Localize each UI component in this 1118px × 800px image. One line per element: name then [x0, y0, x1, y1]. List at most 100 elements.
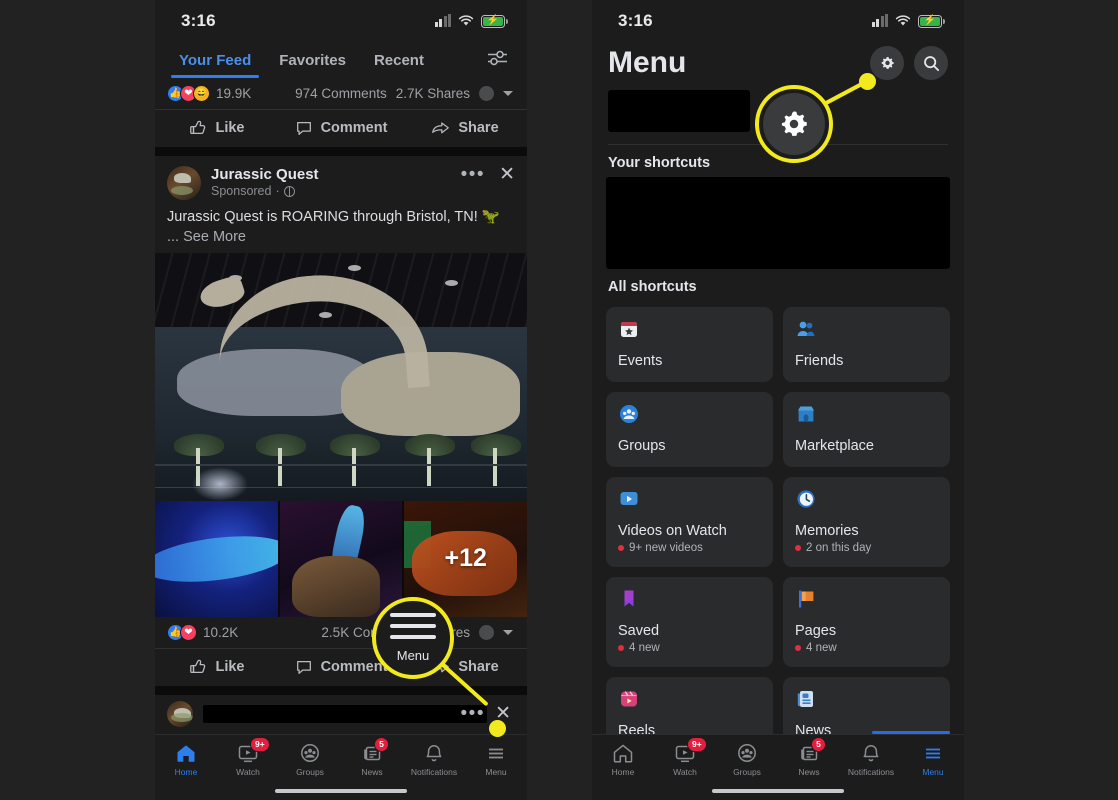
like-button-label: Like [215, 658, 245, 675]
tab-favorites[interactable]: Favorites [265, 42, 360, 78]
nav-home[interactable]: Home [155, 735, 217, 785]
thumbs-up-icon [190, 659, 206, 673]
sponsored-post-reaction-row: 👍 ❤ 10.2K 2.5K Comments Shares [155, 617, 527, 648]
nav-groups[interactable]: Groups [279, 735, 341, 785]
shortcut-label: Marketplace [795, 438, 874, 454]
settings-button[interactable] [870, 46, 904, 80]
shortcut-saved[interactable]: Saved 4 new [606, 577, 773, 667]
status-icons: ⚡ [871, 14, 945, 28]
like-button-label: Like [215, 120, 245, 136]
photo-thumbnail[interactable] [155, 500, 278, 617]
like-button[interactable]: Like [155, 658, 279, 676]
close-icon[interactable]: ✕ [495, 704, 511, 723]
close-icon[interactable]: ✕ [499, 165, 515, 184]
hamburger-menu-icon [390, 613, 436, 639]
new-indicator-dot [618, 645, 624, 651]
see-more-link[interactable]: ... See More [155, 228, 527, 253]
nav-groups-label: Groups [733, 767, 761, 777]
share-button-label: Share [458, 658, 499, 675]
nav-menu[interactable]: Menu [902, 735, 964, 785]
status-time: 3:16 [181, 11, 216, 30]
nav-notifications[interactable]: Notifications [840, 735, 902, 785]
callout-magnifier-label: Menu [396, 648, 430, 663]
globe-icon [283, 185, 295, 197]
calendar-star-icon [621, 322, 637, 337]
all-shortcuts-heading: All shortcuts [608, 279, 697, 295]
shortcut-friends[interactable]: Friends [783, 307, 950, 382]
nav-home[interactable]: Home [592, 735, 654, 785]
chevron-down-icon[interactable] [503, 91, 513, 96]
chevron-down-icon[interactable] [503, 629, 513, 635]
shortcut-label: Events [618, 353, 663, 369]
photo-thumbnail[interactable] [279, 500, 403, 617]
callout-target-dot-right [859, 73, 876, 90]
nav-news[interactable]: 5 News [341, 735, 403, 785]
tab-your-feed[interactable]: Your Feed [165, 42, 265, 78]
nav-notifications-label: Notifications [410, 767, 458, 777]
top-post-comments[interactable]: 974 Comments [295, 86, 387, 101]
more-options-icon[interactable]: ••• [461, 704, 485, 723]
post-hero-photo[interactable] [155, 252, 527, 501]
nav-menu[interactable]: Menu [465, 735, 527, 785]
wifi-icon [895, 15, 911, 27]
avatar[interactable] [167, 166, 201, 200]
callout-magnifier-menu: Menu [372, 597, 454, 679]
new-indicator-dot [795, 645, 801, 651]
storefront-icon [798, 406, 814, 422]
comment-bubble-icon [296, 660, 311, 674]
nav-watch[interactable]: 9+ Watch [654, 735, 716, 785]
bell-icon [863, 745, 879, 762]
page-title: Menu [608, 46, 687, 79]
avatar[interactable] [167, 700, 193, 727]
home-indicator [275, 789, 407, 793]
share-button[interactable]: Share [403, 119, 527, 137]
nav-watch[interactable]: 9+ Watch [217, 735, 279, 785]
more-options-icon[interactable]: ••• [461, 165, 485, 184]
sponsored-post-header-actions: ••• ✕ [461, 165, 515, 184]
shortcut-events[interactable]: Events [606, 307, 773, 382]
shortcut-sublabel-row: 4 new [795, 642, 938, 654]
nav-news[interactable]: 5 News [778, 735, 840, 785]
nav-groups-label: Groups [296, 767, 324, 777]
battery-charging-icon: ⚡ [918, 14, 945, 28]
signal-bars-icon [871, 14, 888, 27]
post-separator [155, 147, 527, 156]
nav-menu-label: Menu [922, 767, 944, 777]
like-button[interactable]: Like [155, 119, 279, 137]
shortcut-pages[interactable]: Pages 4 new [783, 577, 950, 667]
status-icons: ⚡ [434, 14, 508, 28]
nav-watch-badge: 9+ [250, 737, 270, 752]
page-name[interactable]: Jurassic Quest [211, 166, 319, 183]
clock-memories-icon [797, 490, 815, 508]
tab-recent[interactable]: Recent [360, 42, 438, 78]
shortcut-groups[interactable]: Groups [606, 392, 773, 467]
flag-pages-icon [799, 590, 814, 608]
nav-notifications[interactable]: Notifications [403, 735, 465, 785]
signal-bars-icon [434, 14, 451, 27]
shortcuts-grid: Events Friends Groups Marketplace Videos… [592, 301, 964, 800]
shortcut-marketplace[interactable]: Marketplace [783, 392, 950, 467]
feed-settings-sliders-icon[interactable] [487, 50, 515, 71]
nav-groups[interactable]: Groups [716, 735, 778, 785]
hamburger-menu-icon [489, 748, 503, 759]
callout-magnifier-settings [755, 85, 833, 163]
reaction-pills[interactable]: 👍 ❤ [167, 623, 197, 641]
reaction-pills[interactable]: 👍 ❤ 😄 [167, 85, 210, 102]
shortcut-memories[interactable]: Memories 2 on this day [783, 477, 950, 567]
shortcut-label: Groups [618, 438, 666, 454]
menu-active-indicator [872, 731, 950, 734]
search-button[interactable] [914, 46, 948, 80]
friends-icon [797, 321, 815, 336]
feed-tabs: Your Feed Favorites Recent [155, 42, 527, 78]
bell-icon [426, 745, 442, 762]
menu-header-actions [870, 46, 948, 80]
thumbs-up-icon [190, 120, 206, 135]
comment-button-label: Comment [320, 658, 388, 675]
comment-button[interactable]: Comment [279, 119, 403, 137]
nav-news-badge: 5 [374, 737, 389, 752]
top-post-shares[interactable]: 2.7K Shares [396, 86, 470, 101]
shortcut-videos-on-watch[interactable]: Videos on Watch 9+ new videos [606, 477, 773, 567]
groups-icon [301, 744, 319, 762]
groups-icon [738, 744, 756, 762]
redacted-shortcuts-band [606, 177, 950, 269]
